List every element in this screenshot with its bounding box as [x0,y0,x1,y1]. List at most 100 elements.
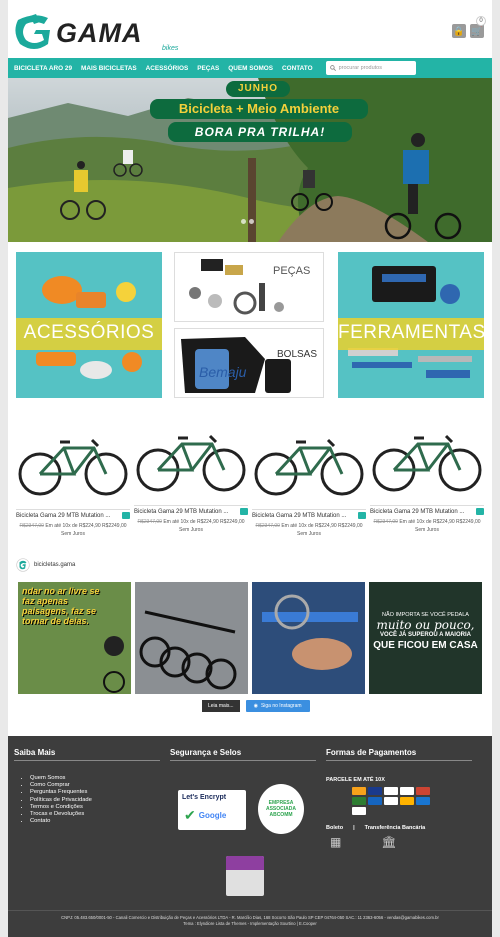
add-to-cart-icon[interactable] [240,508,248,515]
add-to-cart-icon[interactable] [476,508,484,515]
carousel-dots[interactable] [241,219,254,224]
hero-banner[interactable]: JUNHO Bicicleta + Meio Ambiente BORA PRA… [8,78,492,242]
product-image [136,434,246,492]
product-name[interactable]: Bicicleta Gama 29 MTB Mutation ... [370,509,464,515]
product-price: R$2249,00 [220,519,245,525]
footer-title-pagamentos: Formas de Pagamentos [326,748,472,761]
barcode-icon: ▦ [330,835,342,849]
product-carousel: Bicicleta Gama 29 MTB Mutation ... R$234… [8,418,492,548]
search-input[interactable]: procurar produtos [325,61,416,75]
footer-title-saiba-mais: Saiba Mais [14,748,160,761]
product-installment: Em até 10x de R$224,90 [45,523,101,529]
instagram-post-line: QUE FICOU EM CASA [373,640,478,651]
svg-text:bikes: bikes [162,45,179,52]
footer-link[interactable]: Trocas e Devoluções [30,811,160,818]
product-image [254,438,364,496]
product-name[interactable]: Bicicleta Gama 29 MTB Mutation ... [134,509,228,515]
category-bags-label: BOLSAS [277,349,318,360]
category-parts[interactable]: PEÇAS [174,252,324,322]
hero-tagline: BORA PRA TRILHA! [168,122,352,142]
installments-info: PARCELE EM ATÉ 10X [326,777,385,783]
cart-count-badge: 0 [476,16,486,26]
instagram-post-text: NÃO IMPORTA SE VOCÊ PEDALA muito ou pouc… [373,612,478,651]
add-to-cart-icon[interactable] [358,512,366,519]
category-accessories-label: ACESSÓRIOS [23,322,155,343]
category-accessories[interactable]: ACESSÓRIOS [16,252,162,398]
nav-item-contato[interactable]: CONTATO [282,65,313,72]
hero-month-badge: JUNHO [226,81,290,97]
gama-logo[interactable]: GAMA bikes [14,12,214,52]
product-old-price: R$2347,00 [19,523,44,529]
security-seals: Let's Encrypt ✔ Google [178,790,246,830]
follow-instagram-button[interactable]: ◉ Siga no Instagram [245,700,310,712]
add-to-cart-icon[interactable] [122,512,130,519]
product-old-price: R$2347,00 [373,519,398,525]
instagram-post[interactable] [252,582,365,694]
product-price: R$2249,00 [338,523,363,529]
product-note: Sem Juros [297,531,321,537]
payment-separator: | [353,825,355,831]
instagram-post-text: ndar no ar livre se faz apenas paisagens… [22,586,100,626]
instagram-handle[interactable]: bicicletas.gama [34,562,75,568]
hero-headline: Bicicleta + Meio Ambiente [150,99,368,119]
payment-card-icons [352,787,442,815]
instagram-post[interactable]: NÃO IMPORTA SE VOCÊ PEDALA muito ou pouc… [369,582,482,694]
product-image [372,434,482,492]
instagram-icon: ◉ [253,703,258,709]
site-footer: Saiba Mais Quem Somos Como Comprar Pergu… [8,736,492,937]
category-bags[interactable]: Bemaju BOLSAS [174,328,324,398]
category-tools[interactable]: FERRAMENTAS [338,252,484,398]
account-icon[interactable]: 🔒 [452,24,466,38]
footer-link[interactable]: Quem Somos [30,775,160,782]
instagram-post-line: muito ou pouco, [376,618,475,632]
instagram-post[interactable]: ndar no ar livre se faz apenas paisagens… [18,582,131,694]
follow-instagram-label: Siga no Instagram [260,703,302,709]
boleto-label: Boleto [326,825,344,831]
bags-image: Bemaju [181,337,291,393]
product-card[interactable]: Bicicleta Gama 29 MTB Mutation ... R$234… [16,424,130,538]
instagram-post-image [135,582,248,694]
compra-confiavel-seal[interactable] [226,856,264,896]
instagram-avatar-icon[interactable] [16,558,30,572]
svg-text:GAMA: GAMA [56,18,143,48]
google-seal: Google [198,811,227,820]
product-card[interactable]: Bicicleta Gama 29 MTB Mutation ... R$234… [370,420,484,534]
copyright: CNPJ: 05.483.650/0001-50 - Canali Comerc… [8,910,492,927]
transfer-label: Transferência Bancária [364,825,426,831]
category-parts-label: PEÇAS [273,265,311,277]
page: GAMA bikes 🔒 🛒 0 BICICLETA ARO 29 MAIS BI… [8,0,492,937]
footer-link[interactable]: Políticas de Privacidade [30,797,160,804]
instagram-post[interactable] [135,582,248,694]
checkmark-icon: ✔ [184,807,196,823]
footer-link[interactable]: Contato [30,818,160,825]
nav-item-pecas[interactable]: PEÇAS [197,65,219,72]
product-card[interactable]: Bicicleta Gama 29 MTB Mutation ... R$234… [252,424,366,538]
footer-title-seguranca: Segurança e Selos [170,748,316,761]
product-note: Sem Juros [179,527,203,533]
footer-link[interactable]: Como Comprar [30,782,160,789]
product-price: R$2249,00 [102,523,127,529]
product-card[interactable]: Bicicleta Gama 29 MTB Mutation ... R$234… [134,420,248,534]
footer-link[interactable]: Termos e Condições [30,804,160,811]
product-installment: Em até 10x de R$224,90 [163,519,219,525]
main-nav: BICICLETA ARO 29 MAIS BICICLETAS ACESSÓR… [8,58,492,78]
product-installment: Em até 10x de R$224,90 [281,523,337,529]
product-note: Sem Juros [61,531,85,537]
product-name[interactable]: Bicicleta Gama 29 MTB Mutation ... [16,513,110,519]
nav-item-quem-somos[interactable]: QUEM SOMOS [228,65,273,72]
nav-item-mais-bicicletas[interactable]: MAIS BICICLETAS [81,65,137,72]
nav-item-aro29[interactable]: BICICLETA ARO 29 [14,65,72,72]
theme-credits: Tema : Elyndiore Lista de Themes - Imple… [183,921,317,926]
product-old-price: R$2347,00 [255,523,280,529]
product-note: Sem Juros [415,527,439,533]
letsencrypt-seal: Let's Encrypt [182,794,227,801]
load-more-button[interactable]: Leia mais... [202,700,240,712]
product-image [18,438,128,496]
instagram-feed: bicicletas.gama ndar no ar livre se faz … [8,552,492,722]
nav-item-acessorios[interactable]: ACESSÓRIOS [146,65,189,72]
product-installment: Em até 10x de R$224,90 [399,519,455,525]
category-tools-label: FERRAMENTAS [338,322,484,343]
cart-icon[interactable]: 🛒 0 [470,16,486,38]
product-name[interactable]: Bicicleta Gama 29 MTB Mutation ... [252,513,346,519]
footer-link[interactable]: Perguntas Frequentes [30,789,160,796]
